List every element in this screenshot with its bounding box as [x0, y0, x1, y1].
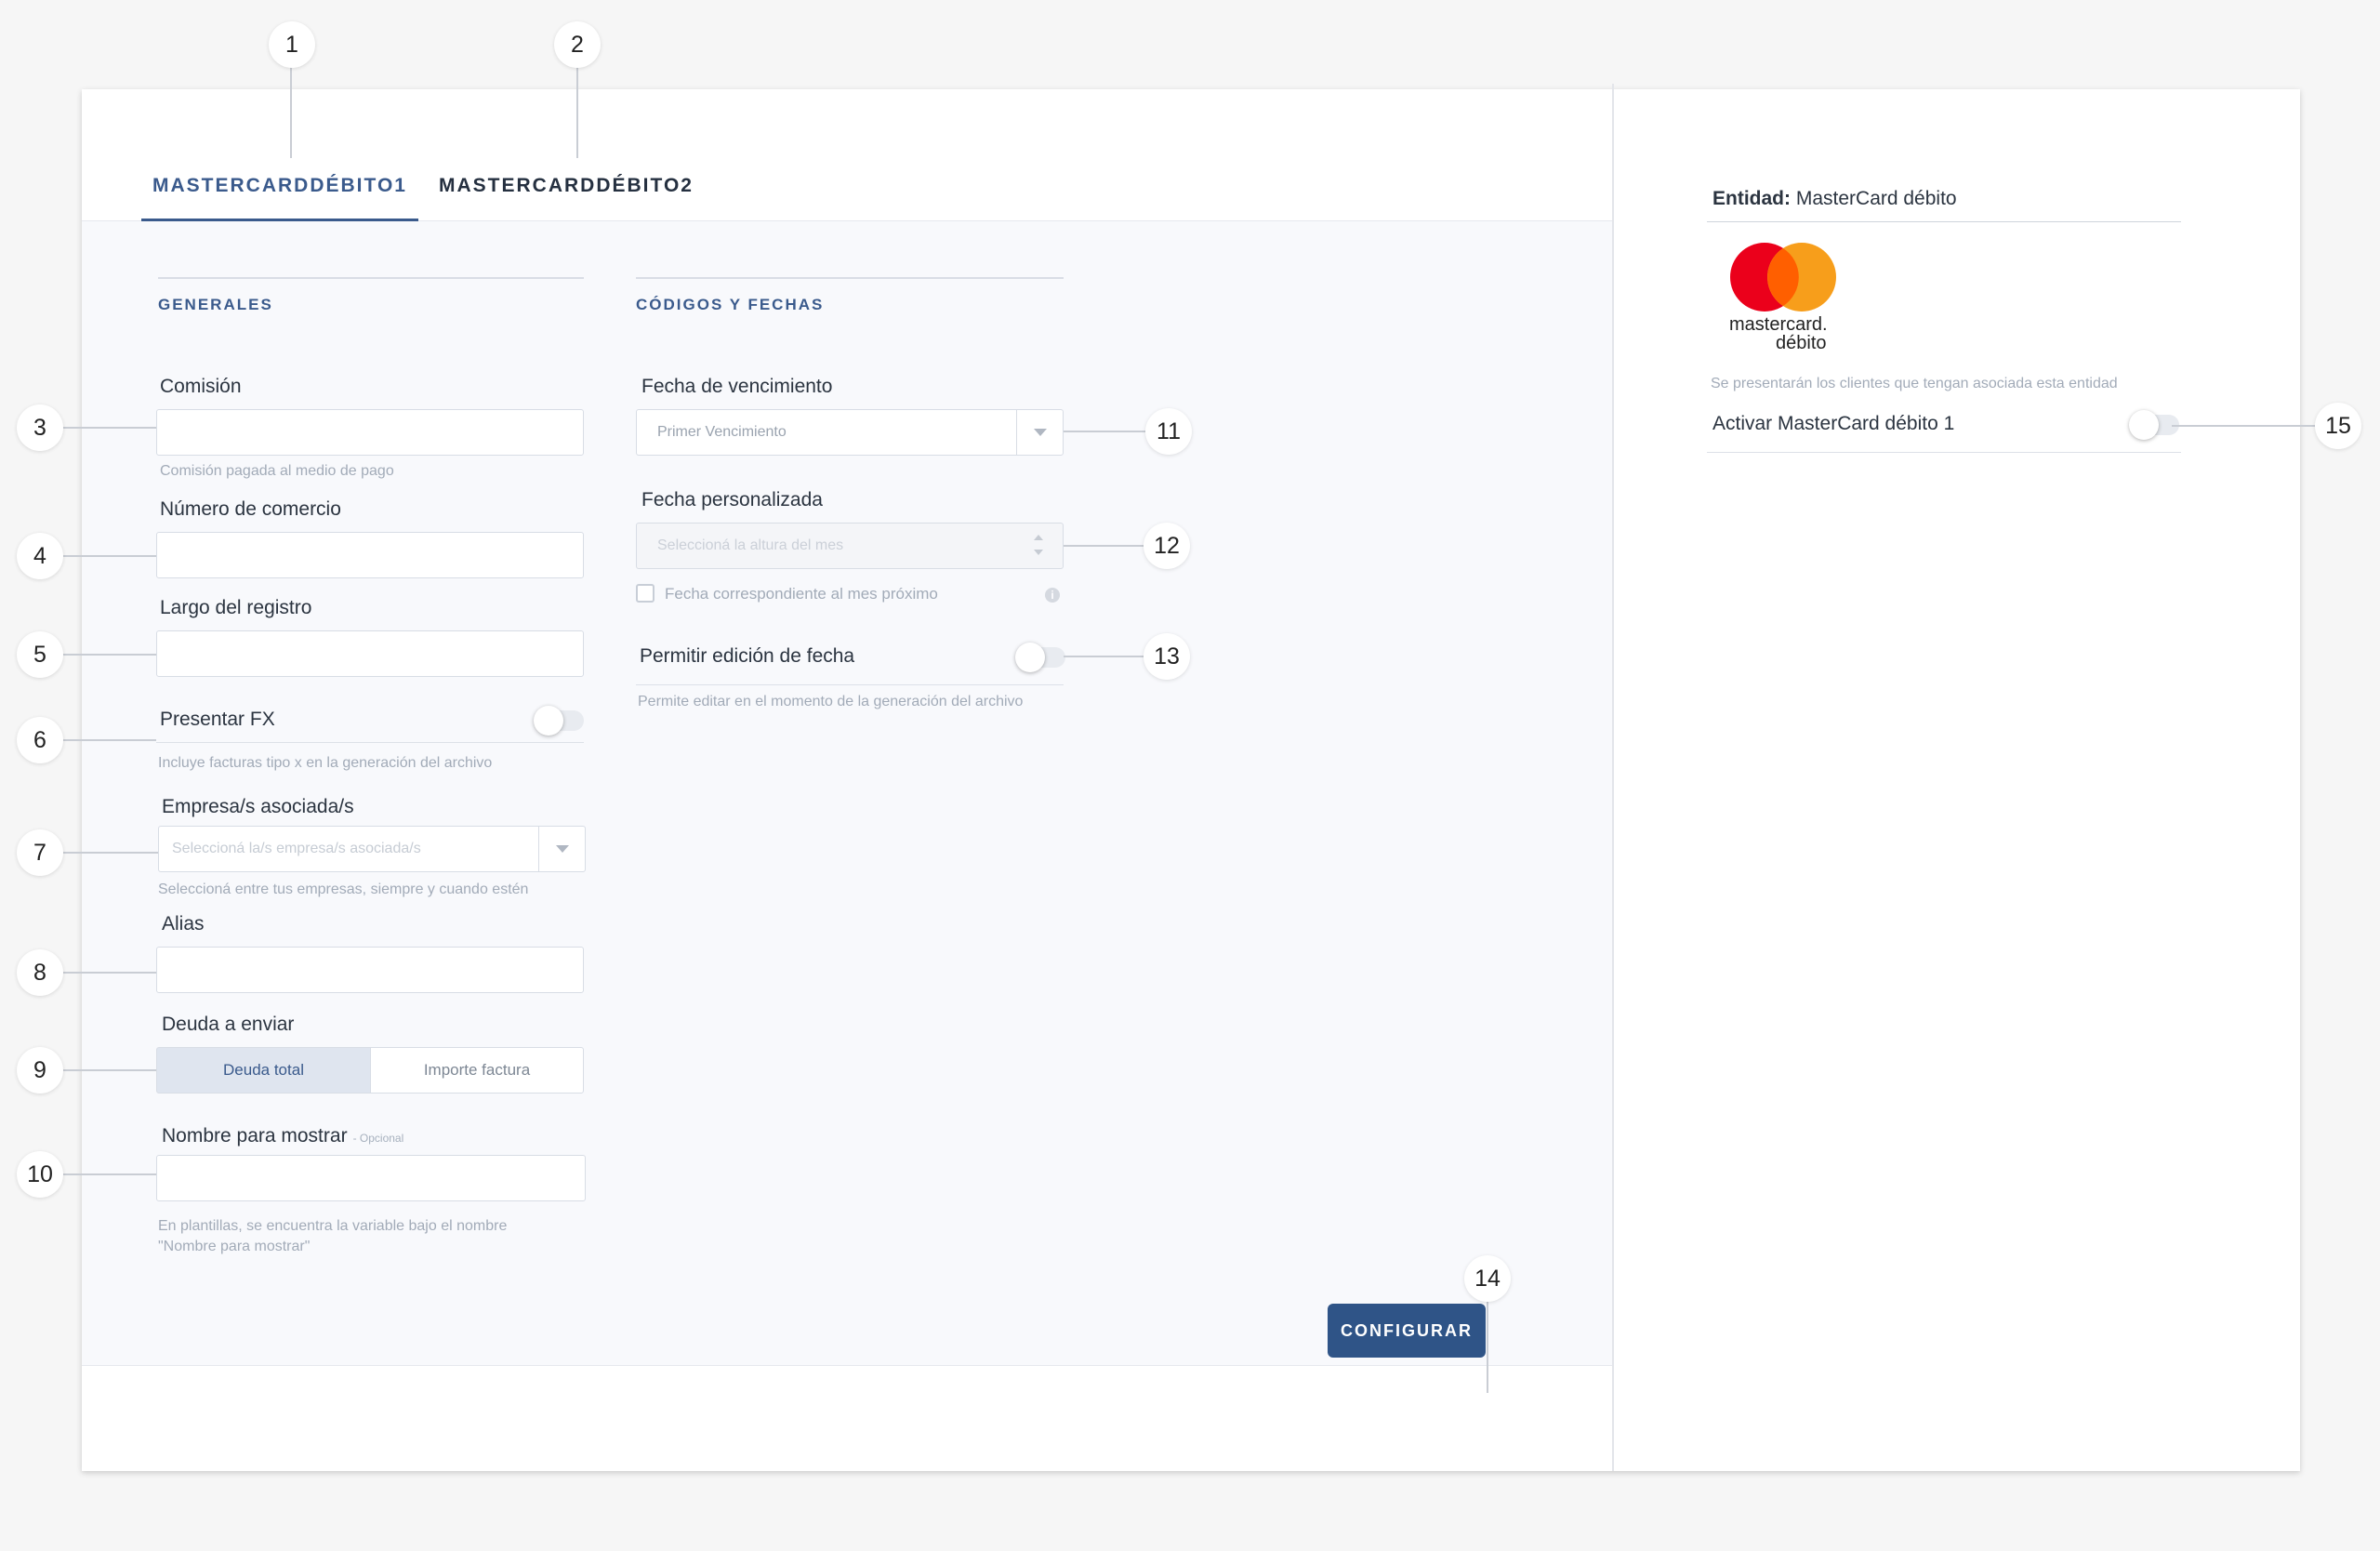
chevron-down-icon [556, 845, 569, 853]
debito-logo-text: débito [1776, 333, 1827, 353]
alias-input[interactable] [156, 947, 584, 993]
empresas-placeholder: Seleccioná la/s empresa/s asociada/s [172, 841, 421, 856]
presentar-fx-hint: Incluye facturas tipo x en la generación… [158, 755, 493, 771]
fecha-vencimiento-value: Primer Vencimiento [657, 424, 787, 440]
callout-line [576, 67, 578, 158]
importe-factura-option[interactable]: Importe factura [370, 1047, 584, 1094]
callout-line [290, 67, 292, 158]
configurar-button[interactable]: CONFIGURAR [1328, 1304, 1486, 1358]
callout-line [61, 1173, 156, 1175]
deuda-label: Deuda a enviar [162, 1014, 295, 1035]
callout-line [61, 654, 156, 656]
largo-registro-input[interactable] [156, 630, 584, 677]
info-icon[interactable]: i [1045, 588, 1060, 603]
callout-11: 11 [1145, 408, 1192, 455]
empresas-select[interactable]: Seleccioná la/s empresa/s asociada/s [158, 826, 586, 872]
permitir-edicion-hint: Permite editar en el momento de la gener… [638, 694, 1024, 709]
callout-line [61, 1069, 156, 1071]
activar-label: Activar MasterCard débito 1 [1712, 413, 1955, 434]
callout-line [61, 739, 156, 741]
nombre-mostrar-hint-line2: "Nombre para mostrar" [158, 1239, 311, 1254]
presentar-fx-toggle[interactable] [534, 706, 584, 736]
tab-mastercarddebito2[interactable]: MASTERCARDDÉBITO2 [435, 175, 697, 221]
spinner-down-icon[interactable] [1034, 550, 1043, 555]
callout-4: 4 [17, 533, 63, 579]
callout-15: 15 [2315, 403, 2361, 449]
comision-hint: Comisión pagada al medio de pago [160, 463, 394, 479]
empresas-hint: Seleccioná entre tus empresas, siempre y… [158, 882, 529, 897]
callout-1: 1 [269, 21, 315, 68]
fecha-vencimiento-select[interactable]: Primer Vencimiento [636, 409, 1064, 456]
numero-comercio-input[interactable] [156, 532, 584, 578]
entity-title-label: Entidad: [1712, 188, 1791, 209]
footer-bar [82, 1365, 1612, 1471]
fecha-personalizada-input[interactable]: Seleccioná la altura del mes [636, 523, 1064, 569]
toggle-knob [1015, 643, 1045, 672]
permitir-edicion-toggle[interactable] [1015, 643, 1065, 672]
entity-title: Entidad: MasterCard débito [1712, 188, 1957, 210]
fecha-mes-proximo-label: Fecha correspondiente al mes próximo [665, 585, 938, 603]
nombre-mostrar-hint-line1: En plantillas, se encuentra la variable … [158, 1218, 508, 1234]
callout-line [61, 555, 156, 557]
panel-divider [1612, 84, 1614, 1471]
entity-note: Se presentarán los clientes que tengan a… [1711, 376, 2118, 391]
empresas-dropdown-button[interactable] [538, 827, 585, 871]
permitir-edicion-label: Permitir edición de fecha [640, 645, 855, 667]
tab-bar: MASTERCARDDÉBITO1 MASTERCARDDÉBITO2 [82, 89, 1612, 221]
callout-6: 6 [17, 717, 63, 763]
callout-3: 3 [17, 404, 63, 451]
fecha-personalizada-spinner[interactable] [1016, 524, 1063, 568]
toggle-knob [534, 706, 563, 736]
callout-2: 2 [554, 21, 601, 68]
chevron-down-icon [1034, 429, 1047, 436]
nombre-mostrar-label-text: Nombre para mostrar [162, 1125, 348, 1147]
nombre-mostrar-hint: En plantillas, se encuentra la variable … [158, 1216, 507, 1257]
row-divider [156, 742, 584, 743]
fecha-personalizada-label: Fecha personalizada [641, 489, 823, 510]
optional-tag: - Opcional [352, 1132, 404, 1145]
callout-9: 9 [17, 1047, 63, 1094]
fecha-mes-proximo-checkbox[interactable] [636, 584, 654, 603]
callout-12: 12 [1144, 523, 1190, 569]
presentar-fx-label: Presentar FX [160, 709, 275, 730]
callout-line [61, 852, 158, 854]
nombre-mostrar-label: Nombre para mostrar - Opcional [162, 1125, 403, 1147]
spinner-up-icon[interactable] [1034, 535, 1043, 540]
callout-line [61, 972, 156, 974]
empresas-label: Empresa/s asociada/s [162, 796, 354, 817]
fecha-vencimiento-dropdown-button[interactable] [1016, 410, 1063, 455]
mastercard-logo: mastercard. débito [1727, 242, 1858, 353]
tab-mastercarddebito1[interactable]: MASTERCARDDÉBITO1 [141, 175, 418, 221]
deuda-total-option[interactable]: Deuda total [156, 1047, 371, 1094]
configuration-card: MASTERCARDDÉBITO1 MASTERCARDDÉBITO2 GENE… [82, 84, 2300, 1471]
nombre-mostrar-input[interactable] [156, 1155, 586, 1201]
alias-label: Alias [162, 913, 205, 935]
callout-line [1487, 1298, 1488, 1393]
form-panel: MASTERCARDDÉBITO1 MASTERCARDDÉBITO2 GENE… [82, 89, 1612, 1471]
section-title-codigos-fechas: CÓDIGOS Y FECHAS [636, 277, 1064, 314]
row-divider [636, 684, 1064, 685]
callout-line [61, 427, 156, 429]
comision-label: Comisión [160, 376, 242, 397]
callout-8: 8 [17, 949, 63, 996]
callout-line [2172, 425, 2339, 427]
numero-comercio-label: Número de comercio [160, 498, 341, 520]
section-title-generales: GENERALES [158, 277, 584, 314]
callout-13: 13 [1144, 633, 1190, 680]
callout-14: 14 [1464, 1255, 1511, 1302]
fecha-vencimiento-label: Fecha de vencimiento [641, 376, 833, 397]
entity-divider [1707, 221, 2181, 222]
row-divider [1707, 452, 2181, 453]
callout-5: 5 [17, 631, 63, 678]
fecha-personalizada-placeholder: Seleccioná la altura del mes [657, 537, 844, 553]
entity-title-value: MasterCard débito [1795, 188, 1957, 209]
comision-input[interactable] [156, 409, 584, 456]
largo-registro-label: Largo del registro [160, 597, 312, 618]
callout-7: 7 [17, 829, 63, 876]
toggle-knob [2129, 410, 2159, 440]
callout-10: 10 [17, 1151, 63, 1198]
